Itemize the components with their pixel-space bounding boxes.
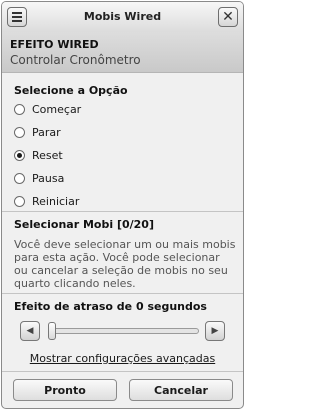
radio-button[interactable] [14, 126, 25, 138]
advanced-settings-link[interactable]: Mostrar configurações avançadas [2, 352, 243, 365]
effect-header: EFEITO WIRED Controlar Cronômetro [2, 32, 243, 73]
effect-subtitle: Controlar Cronômetro [10, 53, 141, 67]
divider [2, 211, 243, 212]
option-label: Pausa [32, 171, 65, 185]
arrow-left-icon: ◀ [26, 325, 34, 336]
divider [2, 293, 243, 294]
close-x-icon: ✕ [222, 9, 234, 25]
delay-decrease-button[interactable]: ◀ [20, 321, 40, 341]
radio-button[interactable] [14, 103, 25, 115]
option-label: Começar [32, 102, 82, 116]
option-reset[interactable]: Reset [14, 147, 63, 163]
radio-button[interactable] [14, 195, 25, 207]
divider [2, 371, 243, 372]
option-parar[interactable]: Parar [14, 124, 61, 140]
wired-dialog: Mobis Wired ✕ EFEITO WIRED Controlar Cro… [1, 1, 244, 409]
delay-title: Efeito de atraso de 0 segundos [14, 300, 207, 313]
delay-slider-thumb[interactable] [48, 322, 56, 340]
option-reiniciar[interactable]: Reiniciar [14, 193, 79, 209]
option-label: Reset [32, 148, 63, 162]
title-bar[interactable]: Mobis Wired ✕ [2, 2, 243, 32]
cancel-button[interactable]: Cancelar [129, 379, 233, 401]
option-label: Parar [32, 125, 61, 139]
window-title: Mobis Wired [83, 10, 162, 23]
mobi-title: Selecionar Mobi [0/20] [14, 218, 154, 231]
radio-button[interactable] [14, 172, 25, 184]
done-button[interactable]: Pronto [13, 379, 117, 401]
radio-button-selected[interactable] [14, 149, 25, 161]
option-pausa[interactable]: Pausa [14, 170, 64, 186]
option-comecar[interactable]: Começar [14, 101, 81, 117]
options-title: Selecione a Opção [14, 84, 128, 97]
close-button[interactable]: ✕ [218, 7, 238, 27]
delay-increase-button[interactable]: ▶ [205, 321, 225, 341]
delay-slider-track[interactable] [49, 328, 199, 334]
option-label: Reiniciar [32, 194, 80, 208]
arrow-right-icon: ▶ [211, 325, 219, 336]
effect-title: EFEITO WIRED [10, 38, 99, 51]
mobi-description: Você deve selecionar um ou mais mobis pa… [14, 238, 236, 290]
